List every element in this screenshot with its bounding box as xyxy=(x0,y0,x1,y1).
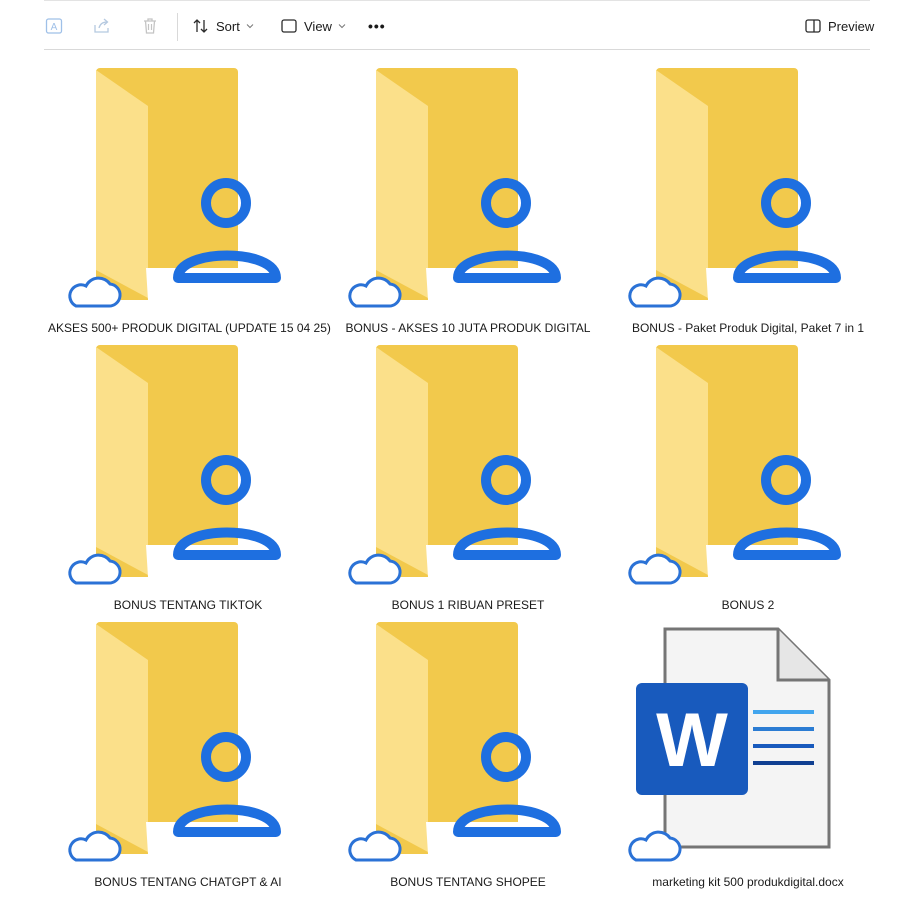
folder-item[interactable]: BONUS TENTANG TIKTOK xyxy=(48,335,328,612)
sort-label: Sort xyxy=(216,18,240,34)
folder-item[interactable]: BONUS TENTANG CHATGPT & AI xyxy=(48,612,328,889)
share-icon xyxy=(94,18,109,33)
shared-folder-icon xyxy=(68,345,281,585)
folder-item[interactable]: BONUS - AKSES 10 JUTA PRODUK DIGITAL xyxy=(328,58,608,335)
chevron-down-icon xyxy=(246,24,254,29)
item-name: marketing kit 500 produkdigital.docx xyxy=(652,875,844,889)
folder-item[interactable]: BONUS - Paket Produk Digital, Paket 7 in… xyxy=(608,58,888,335)
more-options-button[interactable]: ••• xyxy=(368,11,386,41)
folder-item[interactable]: BONUS 2 xyxy=(608,335,888,612)
folder-item[interactable]: BONUS 1 RIBUAN PRESET xyxy=(328,335,608,612)
item-name: BONUS - Paket Produk Digital, Paket 7 in… xyxy=(631,321,865,335)
view-button[interactable]: View xyxy=(280,11,346,41)
shared-folder-icon xyxy=(628,68,841,308)
shared-folder-icon xyxy=(348,345,561,585)
toolbar-separator xyxy=(177,13,178,41)
shared-folder-icon xyxy=(68,622,281,862)
item-name: BONUS TENTANG TIKTOK xyxy=(113,598,263,612)
more-options-icon: ••• xyxy=(368,18,386,34)
item-name: BONUS - AKSES 10 JUTA PRODUK DIGITAL xyxy=(345,321,591,335)
preview-pane-icon xyxy=(805,19,821,33)
command-bar: A Sort View ••• Preview xyxy=(44,1,874,50)
view-icon xyxy=(281,19,297,33)
item-name: BONUS TENTANG CHATGPT & AI xyxy=(94,875,282,889)
shared-folder-icon xyxy=(348,68,561,308)
shared-folder-icon xyxy=(68,68,281,308)
file-item[interactable]: W marketing kit 500 produkdigital.docx xyxy=(608,612,888,889)
share-button[interactable] xyxy=(92,11,112,41)
sort-icon xyxy=(193,19,208,33)
svg-text:W: W xyxy=(656,698,728,783)
item-name: BONUS 2 xyxy=(721,598,775,612)
item-name: BONUS TENTANG SHOPEE xyxy=(390,875,546,889)
trash-icon xyxy=(144,18,156,34)
word-document-icon: W xyxy=(628,627,831,862)
item-name: BONUS 1 RIBUAN PRESET xyxy=(391,598,545,612)
item-name: AKSES 500+ PRODUK DIGITAL (UPDATE 15 04 … xyxy=(48,321,331,335)
delete-button[interactable] xyxy=(140,11,160,41)
shared-folder-icon xyxy=(628,345,841,585)
preview-label: Preview xyxy=(828,18,875,34)
view-label: View xyxy=(304,18,332,34)
svg-text:A: A xyxy=(51,22,58,33)
sort-button[interactable]: Sort xyxy=(192,11,254,41)
chevron-down-icon xyxy=(338,24,346,29)
folder-item[interactable]: BONUS TENTANG SHOPEE xyxy=(328,612,608,889)
folder-item[interactable]: AKSES 500+ PRODUK DIGITAL (UPDATE 15 04 … xyxy=(48,58,331,335)
rename-button[interactable]: A xyxy=(44,11,64,41)
preview-pane-button[interactable]: Preview xyxy=(804,11,874,41)
shared-folder-icon xyxy=(348,622,561,862)
rename-icon: A xyxy=(45,18,63,34)
